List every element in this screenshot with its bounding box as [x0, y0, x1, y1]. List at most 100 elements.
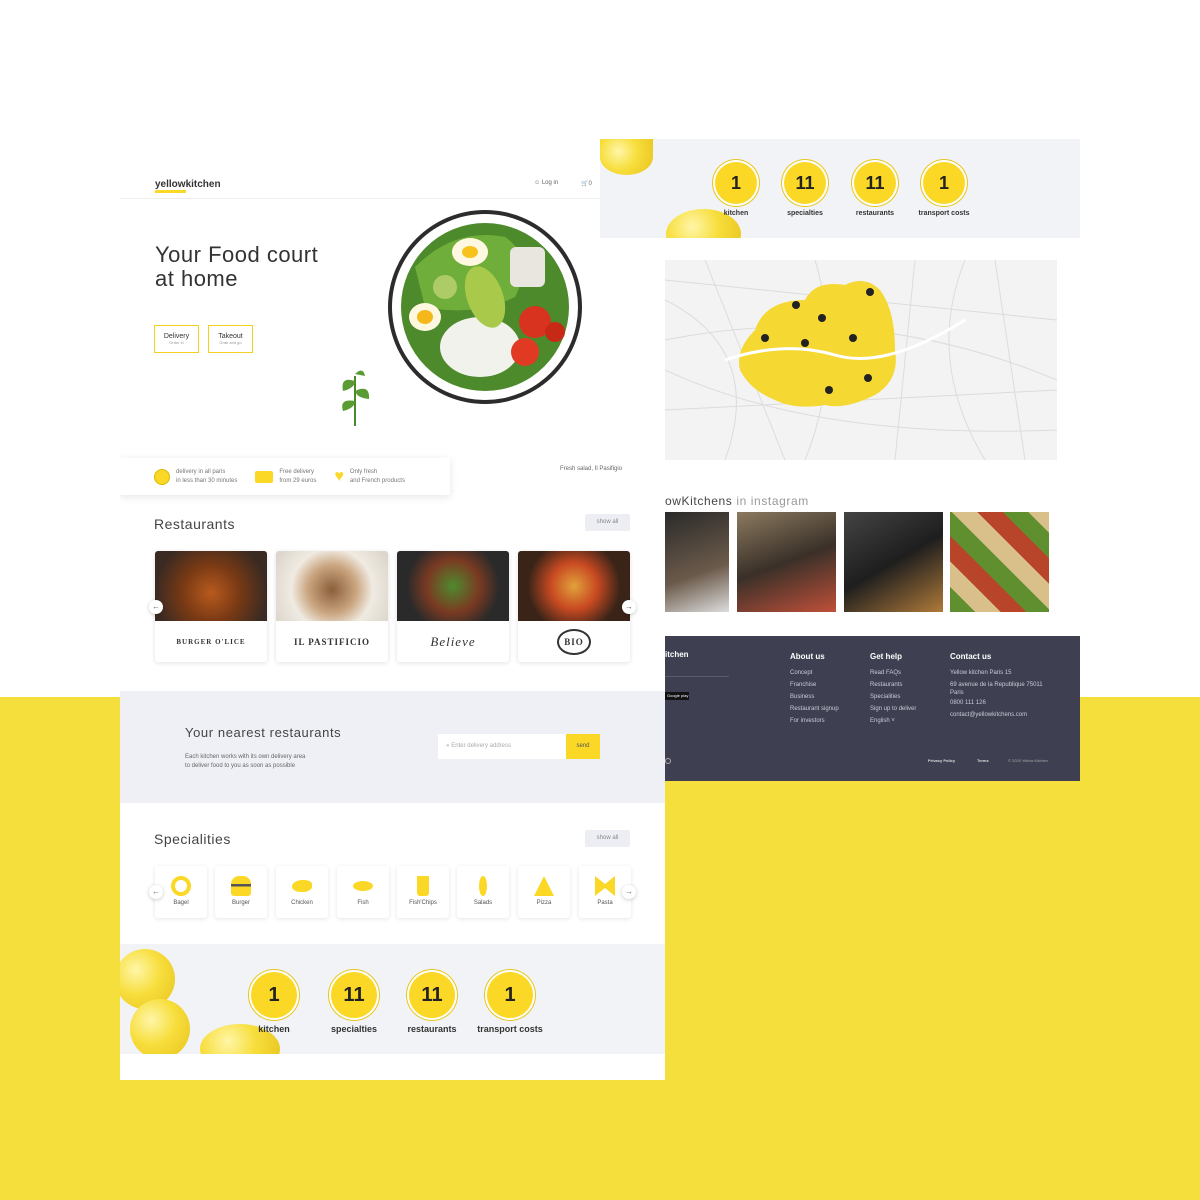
login-link[interactable]: ☺ Log in [534, 180, 558, 186]
instagram-photo[interactable] [950, 512, 1049, 612]
footer-link[interactable]: Concept [790, 667, 839, 679]
restaurants-prev-arrow[interactable]: ← [149, 600, 163, 614]
nearest-section: Your nearest restaurants Each kitchen wo… [120, 691, 665, 803]
instagram-photo[interactable] [737, 512, 836, 612]
footer-link[interactable]: For investors [790, 715, 839, 727]
restaurants-next-arrow[interactable]: → [622, 600, 636, 614]
copyright: © 2020 Yellow Kitchen [1008, 758, 1048, 763]
stat-restaurants-right: 11 restaurants [841, 162, 909, 217]
footer-link[interactable]: Restaurants [870, 679, 916, 691]
restaurant-card[interactable]: BIO [518, 551, 630, 662]
stats-band-left [120, 944, 665, 1054]
google-play-badge[interactable]: Google play [665, 692, 689, 700]
contact-email-link[interactable]: contact@yellowkitchens.com [950, 709, 1060, 721]
speciality-burger[interactable]: Burger [215, 866, 267, 918]
footer-link[interactable]: Franchise [790, 679, 839, 691]
footer-logo-divider [665, 676, 729, 677]
arugula-leaf-image [342, 370, 370, 426]
restaurant-photo [276, 551, 388, 621]
restaurant-card[interactable]: BURGER O'LICE [155, 551, 267, 662]
instagram-photo[interactable] [844, 512, 943, 612]
stat-kitchen-right: 1 kitchen [712, 162, 760, 217]
restaurants-show-all-button[interactable]: show all [585, 514, 630, 531]
stats-band-right [600, 139, 1080, 238]
paris-delivery-zone [739, 281, 896, 407]
footer-logo: itchen [665, 650, 689, 659]
hero-title: Your Food court at home [155, 242, 319, 291]
nearest-description: Each kitchen works with its own delivery… [185, 754, 306, 769]
stat-kitchen: 1 kitchen [250, 972, 298, 1034]
footer-col-contact: Contact us Yellow kitchen Paris 15 69 av… [950, 652, 1060, 721]
language-select[interactable]: English ˅ [870, 715, 916, 727]
heart-icon: ♥ [334, 468, 344, 485]
chicken-icon [292, 880, 312, 892]
instagram-photo[interactable] [665, 512, 729, 612]
delivery-map[interactable] [665, 260, 1057, 460]
feature-item: Free delivery from 29 euros [255, 468, 316, 486]
footer-link[interactable]: Restaurant signup [790, 703, 839, 715]
footer-link[interactable]: Business [790, 691, 839, 703]
stat-restaurants: 11 restaurants [398, 972, 466, 1034]
cart-link[interactable]: 🛒0 [581, 180, 592, 187]
restaurant-photo [518, 551, 630, 621]
location-pin-icon: ● [446, 743, 450, 749]
feature-item: ♥ Only fresh and French products [334, 468, 405, 485]
speciality-chicken[interactable]: Chicken [276, 866, 328, 918]
wheat-icon [479, 876, 487, 896]
speciality-salads[interactable]: Salads [457, 866, 509, 918]
restaurant-logo: Believe [430, 633, 476, 649]
restaurant-logo: BURGER O'LICE [176, 637, 246, 646]
specialities-title: Specialities [154, 831, 231, 847]
specialities-next-arrow[interactable]: → [622, 885, 636, 899]
footer-col-about: About us Concept Franchise Business Rest… [790, 652, 839, 727]
takeout-button[interactable]: Takeout Grab and go [208, 325, 253, 353]
chevron-down-icon: ˅ [891, 718, 895, 724]
footer-link[interactable]: Read FAQs [870, 667, 916, 679]
burger-icon [231, 876, 251, 896]
truck-icon [255, 470, 274, 483]
restaurant-card[interactable]: Believe [397, 551, 509, 662]
footer-link[interactable]: Sign up to deliver [870, 703, 916, 715]
footer-link[interactable]: Specialities [870, 691, 916, 703]
lemon-image [130, 999, 190, 1054]
delivery-button[interactable]: Delivery Order in [154, 325, 199, 353]
features-bar: delivery in all paris in less than 30 min… [120, 458, 450, 495]
pasta-icon [595, 876, 615, 896]
header-divider [120, 198, 665, 199]
lemon-image [600, 139, 653, 175]
footer-col-help: Get help Read FAQs Restaurants Specialit… [870, 652, 916, 727]
fish-icon [353, 881, 373, 891]
facebook-icon[interactable] [665, 758, 671, 764]
logo[interactable]: yellowkitchen [155, 179, 221, 193]
salad-bowl-image [388, 210, 582, 404]
privacy-link[interactable]: Privacy Policy [928, 758, 955, 763]
instagram-title: owKitchens in instagram [665, 494, 809, 508]
fries-icon [417, 876, 429, 896]
hero-caption: Fresh salad, Il Pasifigio [560, 466, 623, 472]
map-roads [665, 260, 1057, 460]
clock-icon [154, 468, 170, 485]
speciality-fish-chips[interactable]: Fish'Chips [397, 866, 449, 918]
stat-specialties: 11 specialties [320, 972, 388, 1034]
send-button[interactable]: send [566, 734, 600, 759]
restaurant-photo [397, 551, 509, 621]
restaurant-photo [155, 551, 267, 621]
stat-transport-costs: 1 transport costs [470, 972, 550, 1034]
stat-transport-costs-right: 1 transport costs [904, 162, 984, 217]
speciality-pizza[interactable]: Pizza [518, 866, 570, 918]
restaurant-card[interactable]: IL PASTIFICIO [276, 551, 388, 662]
user-icon: ☺ [534, 180, 541, 186]
address-input[interactable]: ● Enter delivery address [438, 734, 566, 759]
nearest-title: Your nearest restaurants [185, 725, 342, 740]
footer: itchen Google play About us Concept Fran… [665, 636, 1080, 781]
restaurant-logo: BIO [518, 621, 630, 662]
stat-specialties-right: 11 specialties [771, 162, 839, 217]
terms-link[interactable]: Terms [977, 758, 989, 763]
bagel-icon [171, 876, 191, 896]
speciality-fish[interactable]: Fish [337, 866, 389, 918]
restaurants-title: Restaurants [154, 516, 235, 532]
specialities-prev-arrow[interactable]: ← [149, 885, 163, 899]
restaurant-logo: IL PASTIFICIO [293, 636, 371, 647]
pizza-icon [534, 876, 554, 896]
specialities-show-all-button[interactable]: show all [585, 830, 630, 847]
